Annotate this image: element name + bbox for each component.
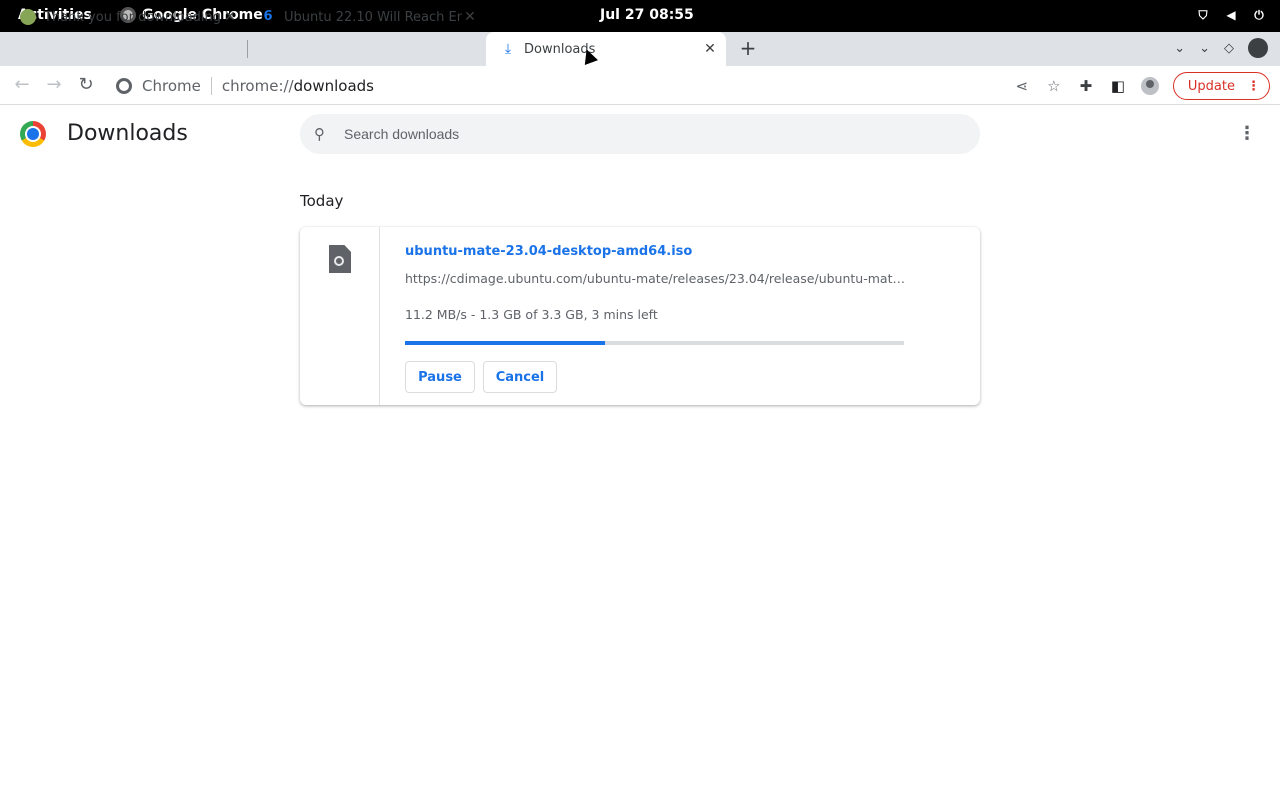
- reload-icon[interactable]: ↻: [74, 74, 98, 98]
- tab-title: Ubuntu 22.10 Will Reach End: [284, 9, 462, 25]
- profile-avatar-icon[interactable]: [1140, 77, 1159, 95]
- tab-title: Thank you for downloading U: [44, 9, 222, 25]
- chrome-logo-icon: [20, 121, 46, 147]
- pause-button[interactable]: Pause: [405, 361, 475, 393]
- close-icon[interactable]: ✕: [702, 41, 718, 57]
- file-icon: [329, 245, 351, 273]
- url-scheme: chrome://: [221, 77, 294, 95]
- back-icon[interactable]: ←: [10, 74, 34, 98]
- ubuntu-mate-icon: [20, 9, 36, 25]
- download-status: 11.2 MB/s - 1.3 GB of 3.3 GB, 3 mins lef…: [405, 307, 658, 322]
- search-icon: ⚲: [314, 125, 325, 143]
- download-icon: ⤓: [504, 41, 512, 57]
- url-host: downloads: [293, 77, 374, 95]
- search-bar[interactable]: ⚲: [300, 114, 980, 154]
- more-options-icon[interactable]: ⋮: [1238, 122, 1256, 146]
- download-filename-link[interactable]: ubuntu-mate-23.04-desktop-amd64.iso: [405, 244, 692, 259]
- minimize-icon[interactable]: ⌄: [1199, 41, 1210, 56]
- download-icon-column: [300, 227, 380, 405]
- close-icon[interactable]: ✕: [222, 9, 238, 25]
- download-source-url[interactable]: https://cdimage.ubuntu.com/ubuntu-mate/r…: [405, 271, 905, 286]
- chrome-icon: [116, 78, 132, 94]
- omnibox-divider: [210, 77, 212, 95]
- window-close-icon[interactable]: ✕: [1248, 38, 1268, 58]
- page-title: Downloads: [67, 121, 188, 146]
- update-button[interactable]: Update ⋮: [1172, 72, 1270, 100]
- shield-icon[interactable]: ⛉: [1196, 8, 1210, 22]
- tab-divider: [247, 40, 248, 58]
- power-icon[interactable]: ⏻: [1252, 8, 1266, 22]
- download-progress-fill: [405, 341, 605, 345]
- close-icon[interactable]: ✕: [462, 9, 478, 25]
- search-input[interactable]: [344, 126, 980, 142]
- new-tab-button[interactable]: +: [738, 36, 758, 62]
- omnibox[interactable]: Chrome chrome:// downloads: [116, 74, 374, 98]
- tab-search-icon[interactable]: ⌄: [1174, 41, 1185, 56]
- bookmark-star-icon[interactable]: ☆: [1045, 77, 1063, 95]
- more-vert-icon: ⋮: [1247, 78, 1260, 94]
- tab-ubuntu-end[interactable]: 6 Ubuntu 22.10 Will Reach End ✕: [240, 0, 486, 34]
- download-progress-bar: [405, 341, 904, 345]
- download-item: ubuntu-mate-23.04-desktop-amd64.iso http…: [300, 227, 980, 405]
- maximize-icon[interactable]: ◇: [1224, 41, 1234, 56]
- share-icon[interactable]: ⋖: [1013, 77, 1031, 95]
- side-panel-icon[interactable]: ◧: [1109, 77, 1127, 95]
- date-header: Today: [300, 192, 344, 210]
- system-tray[interactable]: ⛉ ◀ ⏻: [1196, 8, 1266, 22]
- forward-icon[interactable]: →: [42, 74, 66, 98]
- browser-toolbar: ← → ↻ Chrome chrome:// downloads ⋖ ☆ ✚ ◧…: [0, 66, 1280, 105]
- site-icon: 6: [263, 9, 273, 24]
- extensions-icon[interactable]: ✚: [1077, 77, 1095, 95]
- cancel-button[interactable]: Cancel: [483, 361, 557, 393]
- toolbar-actions: ⋖ ☆ ✚ ◧ Update ⋮: [1013, 72, 1270, 100]
- tab-thank-you[interactable]: Thank you for downloading U ✕: [0, 0, 246, 34]
- volume-icon[interactable]: ◀: [1224, 8, 1238, 22]
- clock[interactable]: Jul 27 08:55: [600, 7, 694, 23]
- omnibox-chip-label: Chrome: [142, 77, 201, 95]
- update-label: Update: [1187, 78, 1235, 94]
- tab-downloads[interactable]: ⤓ Downloads ✕: [486, 32, 726, 66]
- window-controls: ⌄ ⌄ ◇ ✕: [1174, 38, 1268, 58]
- tab-title: Downloads: [524, 41, 596, 57]
